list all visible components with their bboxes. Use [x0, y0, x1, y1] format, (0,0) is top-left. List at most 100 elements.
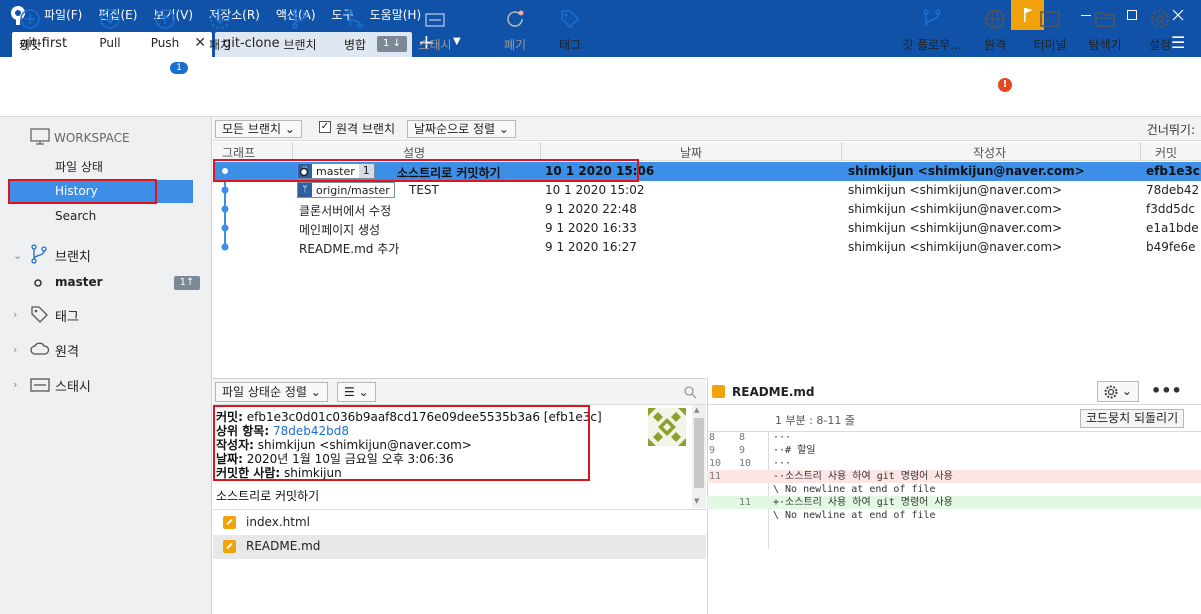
scroll-down-icon[interactable]: ▼	[694, 497, 699, 505]
file-row[interactable]: README.md	[213, 535, 706, 559]
sort-dropdown[interactable]: 날짜순으로 정렬 ⌄	[407, 120, 516, 138]
commit-hash: b49fe6e	[1146, 240, 1196, 254]
graph-node	[221, 186, 229, 194]
history-highlight-annotation	[8, 179, 157, 204]
modified-file-icon	[223, 516, 236, 529]
terminal-button[interactable]: 터미널	[1020, 8, 1080, 53]
commit-author: shimkijun <shimkijun@naver.com>	[848, 202, 1063, 216]
commit-date: 9 1 2020 16:33	[545, 221, 637, 235]
diff-text: -·소스트리 사용 하여 git 명령어 사용	[773, 471, 953, 482]
chevron-right-icon[interactable]: ›	[13, 343, 17, 356]
stash-icon	[425, 13, 445, 27]
cloud-icon	[30, 342, 50, 355]
globe-icon	[985, 9, 1005, 29]
discard-button[interactable]: 폐기	[485, 8, 545, 53]
merge-button[interactable]: 병합	[325, 8, 385, 53]
discard-label: 폐기	[503, 38, 527, 52]
sidebar-branch-master[interactable]: master	[55, 275, 103, 289]
settings-label: 설정	[1148, 38, 1172, 52]
pull-button[interactable]: Pull	[80, 8, 140, 50]
branch-filter-dropdown[interactable]: 모든 브랜치 ⌄	[215, 120, 302, 138]
sidebar-tags-heading[interactable]: 태그	[55, 306, 79, 325]
commit-message: 소스트리로 커밋하기	[216, 489, 320, 503]
pull-label: Pull	[99, 36, 121, 50]
new-line-number: 10	[739, 458, 752, 469]
monitor-icon	[30, 128, 50, 145]
sidebar-item-search[interactable]: Search	[55, 209, 96, 223]
more-options-icon[interactable]: •••	[1151, 381, 1182, 400]
diff-line-removed: 11 -·소스트리 사용 하여 git 명령어 사용	[707, 470, 1201, 483]
commit-button[interactable]: 커밋	[0, 8, 60, 53]
settings-button[interactable]: 설정	[1130, 8, 1190, 53]
chevron-right-icon[interactable]: ›	[13, 308, 17, 321]
commit-description: 메인페이지 생성	[299, 223, 381, 237]
branch-icon	[292, 9, 308, 29]
branch-filter-label: 모든 브랜치	[222, 122, 282, 136]
branch-tag-origin-master[interactable]: ᛘ origin/master	[297, 182, 395, 198]
sidebar-stashes-heading[interactable]: 스태시	[55, 376, 91, 395]
push-button[interactable]: Push	[135, 8, 195, 50]
fetch-button[interactable]: 패치	[190, 8, 250, 53]
chevron-right-icon[interactable]: ›	[13, 378, 17, 391]
discard-icon	[507, 10, 524, 27]
stash-button[interactable]: 스태시	[405, 8, 465, 53]
push-count-badge: 1	[170, 62, 188, 74]
push-label: Push	[150, 36, 180, 50]
commit-description: README.md 추가	[299, 242, 400, 256]
stash-icon	[30, 378, 50, 392]
diff-line-added: 11 +·소스트리 사용 하여 git 명령어 사용	[707, 496, 1201, 509]
gear-icon	[1151, 10, 1169, 28]
stash-label: 스태시	[418, 38, 452, 52]
old-line-number: 10	[709, 458, 722, 469]
file-name: index.html	[246, 515, 310, 529]
remote-button[interactable]: 원격	[965, 8, 1025, 53]
discard-hunk-button[interactable]: 코드뭉치 되돌리기	[1080, 409, 1185, 428]
sidebar-remotes-heading[interactable]: 원격	[55, 341, 79, 360]
view-mode-dropdown[interactable]: ☰ ⌄	[337, 382, 376, 402]
commit-date: 9 1 2020 22:48	[545, 202, 637, 216]
diff-line: \ No newline at end of file	[707, 483, 1201, 496]
commit-row[interactable]: 메인페이지 생성 9 1 2020 16:33 shimkijun <shimk…	[213, 219, 1201, 238]
explorer-button[interactable]: 탐색기	[1075, 8, 1135, 53]
col-author[interactable]: 작성자	[973, 144, 1006, 161]
commit-author: shimkijun <shimkijun@naver.com>	[848, 183, 1063, 197]
modified-file-icon	[223, 540, 236, 553]
workspace-heading: WORKSPACE	[54, 131, 130, 145]
diff-options-dropdown[interactable]: ⌄	[1097, 381, 1139, 402]
details-scroll-thumb[interactable]	[694, 418, 704, 488]
commit-author: shimkijun <shimkijun@naver.com>	[848, 240, 1063, 254]
commit-author: shimkijun <shimkijun@naver.com>	[848, 164, 1085, 178]
sidebar-item-file-status[interactable]: 파일 상태	[55, 158, 103, 175]
avatar	[648, 408, 686, 446]
scroll-up-icon[interactable]: ▲	[694, 406, 699, 414]
git-flow-button[interactable]: 깃 플로우...	[902, 8, 962, 53]
selected-commit-annotation	[213, 159, 639, 182]
col-date[interactable]: 날짜	[680, 144, 702, 161]
view-mode-label: ☰	[344, 385, 355, 399]
column-divider[interactable]	[841, 142, 842, 161]
commit-row[interactable]: README.md 추가 9 1 2020 16:27 shimkijun <s…	[213, 238, 1201, 257]
tag-button[interactable]: 태그	[540, 8, 600, 53]
tag-icon	[561, 10, 580, 29]
column-divider[interactable]	[1140, 142, 1141, 161]
col-commit[interactable]: 커밋	[1155, 144, 1177, 161]
branch-badge-icon: ᛘ	[298, 183, 312, 197]
file-name: README.md	[246, 539, 321, 553]
remote-label: 원격	[983, 38, 1007, 52]
remote-branches-checkbox[interactable]: ✓	[319, 121, 331, 133]
commit-row[interactable]: ᛘ origin/master TEST 10 1 2020 15:02 shi…	[213, 181, 1201, 200]
gear-icon	[1104, 385, 1118, 398]
commit-details-annotation	[213, 405, 590, 481]
merge-icon	[347, 9, 363, 29]
sidebar-branches-heading[interactable]: 브랜치	[55, 246, 91, 265]
branch-icon	[31, 244, 47, 264]
file-sort-dropdown[interactable]: 파일 상태순 정렬 ⌄	[215, 382, 328, 402]
branch-button[interactable]: 브랜치	[270, 8, 330, 53]
file-row[interactable]: index.html	[213, 511, 706, 535]
commit-row[interactable]: 클론서버에서 수정 9 1 2020 22:48 shimkijun <shim…	[213, 200, 1201, 219]
chevron-down-icon[interactable]: ⌄	[13, 249, 22, 262]
tag-label: 태그	[558, 38, 582, 52]
commit-description: TEST	[409, 183, 439, 197]
search-icon[interactable]	[683, 385, 697, 399]
branch-ahead-badge: 1↑	[174, 276, 200, 290]
